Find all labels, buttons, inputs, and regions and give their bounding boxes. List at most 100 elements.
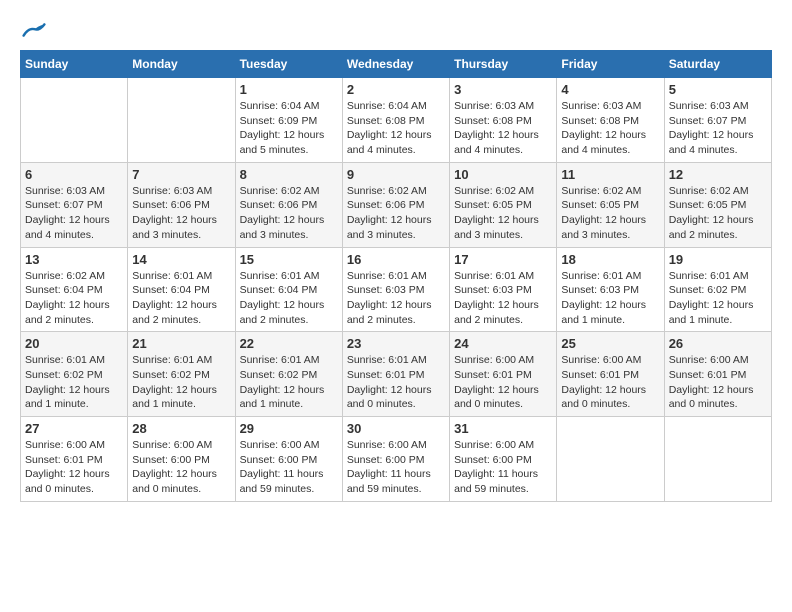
day-info: Sunrise: 6:02 AM Sunset: 6:06 PM Dayligh…: [347, 184, 445, 243]
calendar-cell: 30 Sunrise: 6:00 AM Sunset: 6:00 PM Dayli…: [342, 417, 449, 502]
day-info: Sunrise: 6:01 AM Sunset: 6:03 PM Dayligh…: [347, 269, 445, 328]
calendar-cell: 26 Sunrise: 6:00 AM Sunset: 6:01 PM Dayli…: [664, 332, 771, 417]
day-info: Sunrise: 6:01 AM Sunset: 6:02 PM Dayligh…: [240, 353, 338, 412]
calendar-cell: 29 Sunrise: 6:00 AM Sunset: 6:00 PM Dayli…: [235, 417, 342, 502]
day-info: Sunrise: 6:02 AM Sunset: 6:04 PM Dayligh…: [25, 269, 123, 328]
day-info: Sunrise: 6:01 AM Sunset: 6:04 PM Dayligh…: [240, 269, 338, 328]
day-header-saturday: Saturday: [664, 51, 771, 78]
day-number: 8: [240, 167, 338, 182]
day-info: Sunrise: 6:01 AM Sunset: 6:03 PM Dayligh…: [454, 269, 552, 328]
day-header-sunday: Sunday: [21, 51, 128, 78]
day-number: 19: [669, 252, 767, 267]
day-info: Sunrise: 6:04 AM Sunset: 6:09 PM Dayligh…: [240, 99, 338, 158]
page-header: [20, 20, 772, 40]
day-number: 22: [240, 336, 338, 351]
calendar-week-row: 6Sunrise: 6:03 AM Sunset: 6:07 PM Daylig…: [21, 162, 772, 247]
day-number: 17: [454, 252, 552, 267]
day-number: 10: [454, 167, 552, 182]
day-info: Sunrise: 6:01 AM Sunset: 6:02 PM Dayligh…: [132, 353, 230, 412]
calendar-cell: 9 Sunrise: 6:02 AM Sunset: 6:06 PM Daylig…: [342, 162, 449, 247]
calendar-cell: 17 Sunrise: 6:01 AM Sunset: 6:03 PM Dayli…: [450, 247, 557, 332]
day-number: 27: [25, 421, 123, 436]
calendar-week-row: 13 Sunrise: 6:02 AM Sunset: 6:04 PM Dayli…: [21, 247, 772, 332]
day-info: Sunrise: 6:02 AM Sunset: 6:05 PM Dayligh…: [454, 184, 552, 243]
day-number: 20: [25, 336, 123, 351]
day-info: Sunrise: 6:00 AM Sunset: 6:01 PM Dayligh…: [25, 438, 123, 497]
day-info: Sunrise: 6:00 AM Sunset: 6:00 PM Dayligh…: [132, 438, 230, 497]
calendar-cell: 19 Sunrise: 6:01 AM Sunset: 6:02 PM Dayli…: [664, 247, 771, 332]
calendar-cell: 24 Sunrise: 6:00 AM Sunset: 6:01 PM Dayli…: [450, 332, 557, 417]
day-info: Sunrise: 6:02 AM Sunset: 6:05 PM Dayligh…: [669, 184, 767, 243]
day-number: 30: [347, 421, 445, 436]
calendar-cell: [21, 78, 128, 163]
day-number: 25: [561, 336, 659, 351]
calendar-cell: 28 Sunrise: 6:00 AM Sunset: 6:00 PM Dayli…: [128, 417, 235, 502]
calendar-body: 1Sunrise: 6:04 AM Sunset: 6:09 PM Daylig…: [21, 78, 772, 502]
day-info: Sunrise: 6:03 AM Sunset: 6:08 PM Dayligh…: [561, 99, 659, 158]
day-number: 14: [132, 252, 230, 267]
day-number: 12: [669, 167, 767, 182]
day-info: Sunrise: 6:00 AM Sunset: 6:01 PM Dayligh…: [561, 353, 659, 412]
day-header-thursday: Thursday: [450, 51, 557, 78]
calendar-table: SundayMondayTuesdayWednesdayThursdayFrid…: [20, 50, 772, 502]
day-number: 26: [669, 336, 767, 351]
day-info: Sunrise: 6:00 AM Sunset: 6:01 PM Dayligh…: [669, 353, 767, 412]
day-number: 21: [132, 336, 230, 351]
day-number: 11: [561, 167, 659, 182]
day-header-tuesday: Tuesday: [235, 51, 342, 78]
day-number: 7: [132, 167, 230, 182]
calendar-week-row: 1Sunrise: 6:04 AM Sunset: 6:09 PM Daylig…: [21, 78, 772, 163]
calendar-cell: [128, 78, 235, 163]
day-number: 18: [561, 252, 659, 267]
day-info: Sunrise: 6:03 AM Sunset: 6:06 PM Dayligh…: [132, 184, 230, 243]
day-header-monday: Monday: [128, 51, 235, 78]
day-info: Sunrise: 6:02 AM Sunset: 6:05 PM Dayligh…: [561, 184, 659, 243]
calendar-cell: 31 Sunrise: 6:00 AM Sunset: 6:00 PM Dayli…: [450, 417, 557, 502]
day-info: Sunrise: 6:00 AM Sunset: 6:00 PM Dayligh…: [454, 438, 552, 497]
calendar-cell: [664, 417, 771, 502]
calendar-week-row: 27 Sunrise: 6:00 AM Sunset: 6:01 PM Dayli…: [21, 417, 772, 502]
day-number: 15: [240, 252, 338, 267]
day-number: 31: [454, 421, 552, 436]
day-number: 4: [561, 82, 659, 97]
day-number: 29: [240, 421, 338, 436]
calendar-cell: 23Sunrise: 6:01 AM Sunset: 6:01 PM Dayli…: [342, 332, 449, 417]
calendar-cell: 16Sunrise: 6:01 AM Sunset: 6:03 PM Dayli…: [342, 247, 449, 332]
day-info: Sunrise: 6:01 AM Sunset: 6:04 PM Dayligh…: [132, 269, 230, 328]
calendar-cell: 12 Sunrise: 6:02 AM Sunset: 6:05 PM Dayli…: [664, 162, 771, 247]
day-number: 28: [132, 421, 230, 436]
calendar-cell: 2Sunrise: 6:04 AM Sunset: 6:08 PM Daylig…: [342, 78, 449, 163]
day-info: Sunrise: 6:01 AM Sunset: 6:02 PM Dayligh…: [25, 353, 123, 412]
calendar-cell: 7 Sunrise: 6:03 AM Sunset: 6:06 PM Daylig…: [128, 162, 235, 247]
logo: [20, 20, 46, 40]
day-number: 13: [25, 252, 123, 267]
calendar-cell: 27 Sunrise: 6:00 AM Sunset: 6:01 PM Dayli…: [21, 417, 128, 502]
calendar-cell: 22 Sunrise: 6:01 AM Sunset: 6:02 PM Dayli…: [235, 332, 342, 417]
day-number: 5: [669, 82, 767, 97]
calendar-cell: 20 Sunrise: 6:01 AM Sunset: 6:02 PM Dayli…: [21, 332, 128, 417]
day-number: 9: [347, 167, 445, 182]
calendar-cell: 8Sunrise: 6:02 AM Sunset: 6:06 PM Daylig…: [235, 162, 342, 247]
day-header-wednesday: Wednesday: [342, 51, 449, 78]
day-number: 3: [454, 82, 552, 97]
day-info: Sunrise: 6:00 AM Sunset: 6:00 PM Dayligh…: [347, 438, 445, 497]
logo-bird-icon: [22, 20, 46, 40]
day-info: Sunrise: 6:01 AM Sunset: 6:01 PM Dayligh…: [347, 353, 445, 412]
calendar-cell: 25 Sunrise: 6:00 AM Sunset: 6:01 PM Dayli…: [557, 332, 664, 417]
calendar-cell: 14 Sunrise: 6:01 AM Sunset: 6:04 PM Dayli…: [128, 247, 235, 332]
calendar-header-row: SundayMondayTuesdayWednesdayThursdayFrid…: [21, 51, 772, 78]
day-info: Sunrise: 6:00 AM Sunset: 6:00 PM Dayligh…: [240, 438, 338, 497]
day-number: 24: [454, 336, 552, 351]
day-info: Sunrise: 6:01 AM Sunset: 6:02 PM Dayligh…: [669, 269, 767, 328]
calendar-cell: [557, 417, 664, 502]
day-info: Sunrise: 6:00 AM Sunset: 6:01 PM Dayligh…: [454, 353, 552, 412]
day-header-friday: Friday: [557, 51, 664, 78]
day-info: Sunrise: 6:01 AM Sunset: 6:03 PM Dayligh…: [561, 269, 659, 328]
calendar-cell: 15 Sunrise: 6:01 AM Sunset: 6:04 PM Dayli…: [235, 247, 342, 332]
day-info: Sunrise: 6:04 AM Sunset: 6:08 PM Dayligh…: [347, 99, 445, 158]
calendar-cell: 21 Sunrise: 6:01 AM Sunset: 6:02 PM Dayli…: [128, 332, 235, 417]
calendar-cell: 5Sunrise: 6:03 AM Sunset: 6:07 PM Daylig…: [664, 78, 771, 163]
calendar-cell: 11 Sunrise: 6:02 AM Sunset: 6:05 PM Dayli…: [557, 162, 664, 247]
calendar-week-row: 20 Sunrise: 6:01 AM Sunset: 6:02 PM Dayli…: [21, 332, 772, 417]
calendar-cell: 10 Sunrise: 6:02 AM Sunset: 6:05 PM Dayli…: [450, 162, 557, 247]
